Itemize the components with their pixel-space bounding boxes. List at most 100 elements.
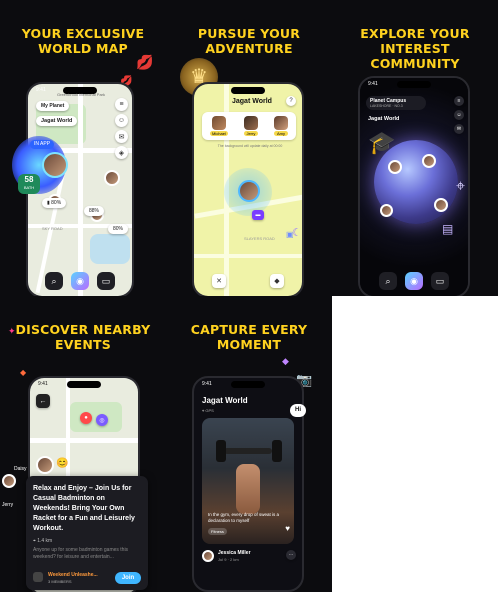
friends-row: Michael Jerry Amy <box>202 112 296 140</box>
bottom-nav: ✕ ◆ <box>194 266 302 296</box>
headline-line-2: MOMENT <box>216 337 282 352</box>
world-title: Jagat World <box>202 396 248 405</box>
moment-tag[interactable]: Fitness <box>208 528 227 535</box>
in-app-badge: IN APP <box>30 140 54 149</box>
phone-frame: SLAYERS ROAD Jagat World ? Michael Jerry… <box>192 82 304 296</box>
friend-item[interactable]: Jerry <box>243 116 258 136</box>
books-icon: ▤ <box>442 222 454 236</box>
user-name: Jerry <box>2 502 14 508</box>
event-desc: Anyone up for some badminton games this … <box>33 547 129 560</box>
friend-name: Jerry <box>243 131 258 136</box>
telescope-icon: ⌖ <box>456 178 466 195</box>
camera-icon[interactable]: ◉ <box>71 272 89 290</box>
chat-icon[interactable]: ✉ <box>454 124 464 134</box>
search-icon[interactable]: ⌕ <box>45 272 63 290</box>
empty-area <box>332 296 498 592</box>
headline-line-2: EVENTS <box>55 337 111 352</box>
event-pin-icon[interactable]: ● <box>80 412 92 424</box>
road <box>194 254 302 258</box>
message-icon[interactable]: ▭ <box>431 272 449 290</box>
member-avatar[interactable] <box>434 198 448 212</box>
battery-unit: BATH <box>23 185 35 190</box>
panel-moment: CAPTURE EVERY MOMENT ◆ 📷 9:41 Jagat Worl… <box>166 296 332 592</box>
location-chip: Greenbrook Memorial Park <box>57 92 106 97</box>
join-button[interactable]: Join <box>115 572 141 584</box>
battery-badge: 58 BATH <box>18 174 40 194</box>
locate-icon[interactable]: ◆ <box>270 274 284 288</box>
member-avatar[interactable] <box>388 160 402 174</box>
camera-icon[interactable]: ◉ <box>405 272 423 290</box>
message-icon[interactable]: ▭ <box>97 272 115 290</box>
layers-icon[interactable]: ◈ <box>115 146 128 159</box>
car-icon: ▬ <box>252 210 264 220</box>
friend-item[interactable]: Michael <box>210 116 228 136</box>
planet-sub: LAKESHORE · NO.3 <box>370 104 403 108</box>
group-members: 3 MEMBERS <box>48 579 72 584</box>
menu-icon[interactable]: ≡ <box>454 96 464 106</box>
member-avatar[interactable] <box>422 154 436 168</box>
battery-percent-a: 80% <box>51 200 62 206</box>
lips-sticker-icon: 💋 <box>136 54 154 70</box>
sparkle-icon: ◆ <box>282 356 289 366</box>
hi-bubble: Hi <box>290 404 306 417</box>
user-avatar[interactable] <box>42 152 68 178</box>
planet-card[interactable]: Planet Campus LAKESHORE · NO.3 <box>366 96 426 110</box>
graduation-cap-icon: 🎓 <box>368 130 396 155</box>
barbell <box>224 448 272 454</box>
weight-plate <box>216 440 226 462</box>
road <box>30 438 138 443</box>
phone-frame: 9:41 Planet Campus LAKESHORE · NO.3 Jaga… <box>358 76 470 296</box>
headline-line-2: INTEREST <box>380 41 450 56</box>
phone-frame: 9:41 Jagat World ⌖ GPS In the gym, every… <box>192 376 304 592</box>
status-time: 9:41 <box>202 381 212 387</box>
people-icon[interactable]: ☺ <box>115 114 128 127</box>
headline-line-2: ADVENTURE <box>205 41 293 56</box>
headline-events: DISCOVER NEARBY EVENTS <box>0 322 166 352</box>
weight-plate <box>272 440 282 462</box>
user-avatar[interactable] <box>2 474 16 488</box>
friend-photo <box>211 116 226 130</box>
headline-line-1: PURSUE YOUR <box>197 26 301 41</box>
panel-world-map: YOUR EXCLUSIVE WORLD MAP 💋 💋 SKY ROAD 9:… <box>0 0 166 296</box>
user-time: Jul 9 · 2 km <box>218 557 239 562</box>
headline-line-1: CAPTURE EVERY <box>190 322 308 337</box>
event-pin-icon[interactable]: ◎ <box>96 414 108 426</box>
friend-name: Michael <box>210 131 228 136</box>
group-icon <box>33 572 43 582</box>
battery-value: 58 <box>24 175 34 184</box>
road-label: SKY ROAD <box>42 226 63 231</box>
status-time: 9:41 <box>38 381 48 387</box>
back-icon[interactable]: ← <box>36 394 50 408</box>
phone-notch <box>397 81 431 88</box>
user-avatar[interactable] <box>36 456 54 474</box>
people-icon[interactable]: ☺ <box>454 110 464 120</box>
chat-icon[interactable]: ✉ <box>115 130 128 143</box>
user-name: Jessica Miller <box>218 550 251 556</box>
close-icon[interactable]: ✕ <box>212 274 226 288</box>
battery-percent-b: 88% <box>89 208 100 214</box>
world-title: Jagat World <box>368 116 400 122</box>
road-label: SLAYERS ROAD <box>244 236 275 241</box>
user-avatar[interactable] <box>202 550 214 562</box>
world-sub: ⌖ GPS <box>202 408 214 413</box>
friend-item[interactable]: Amy <box>273 116 288 136</box>
member-avatar[interactable] <box>380 204 393 217</box>
road <box>78 84 83 296</box>
search-icon[interactable]: ⌕ <box>379 272 397 290</box>
help-icon[interactable]: ? <box>286 96 296 106</box>
more-icon[interactable]: ⋯ <box>286 550 296 560</box>
moment-photo[interactable]: In the gym, every drop of sweat is a dec… <box>202 418 294 544</box>
user-avatar[interactable] <box>238 180 260 202</box>
status-time: 9:41 <box>36 87 46 93</box>
status-time: 9:41 <box>368 81 378 87</box>
friend-avatar[interactable] <box>104 170 120 186</box>
event-distance: ⌖ 1.4 km <box>33 538 53 544</box>
world-title[interactable]: Jagat World <box>36 116 78 126</box>
friend-photo <box>243 116 258 130</box>
menu-icon[interactable]: ≡ <box>115 98 128 111</box>
planet-chip[interactable]: My Planet <box>36 101 70 111</box>
phone-notch <box>231 87 265 94</box>
event-card[interactable]: Relax and Enjoy – Join Us for Casual Bad… <box>26 476 148 590</box>
heart-icon[interactable]: ♥ <box>285 524 290 533</box>
event-title: Relax and Enjoy – Join Us for Casual Bad… <box>33 485 135 532</box>
